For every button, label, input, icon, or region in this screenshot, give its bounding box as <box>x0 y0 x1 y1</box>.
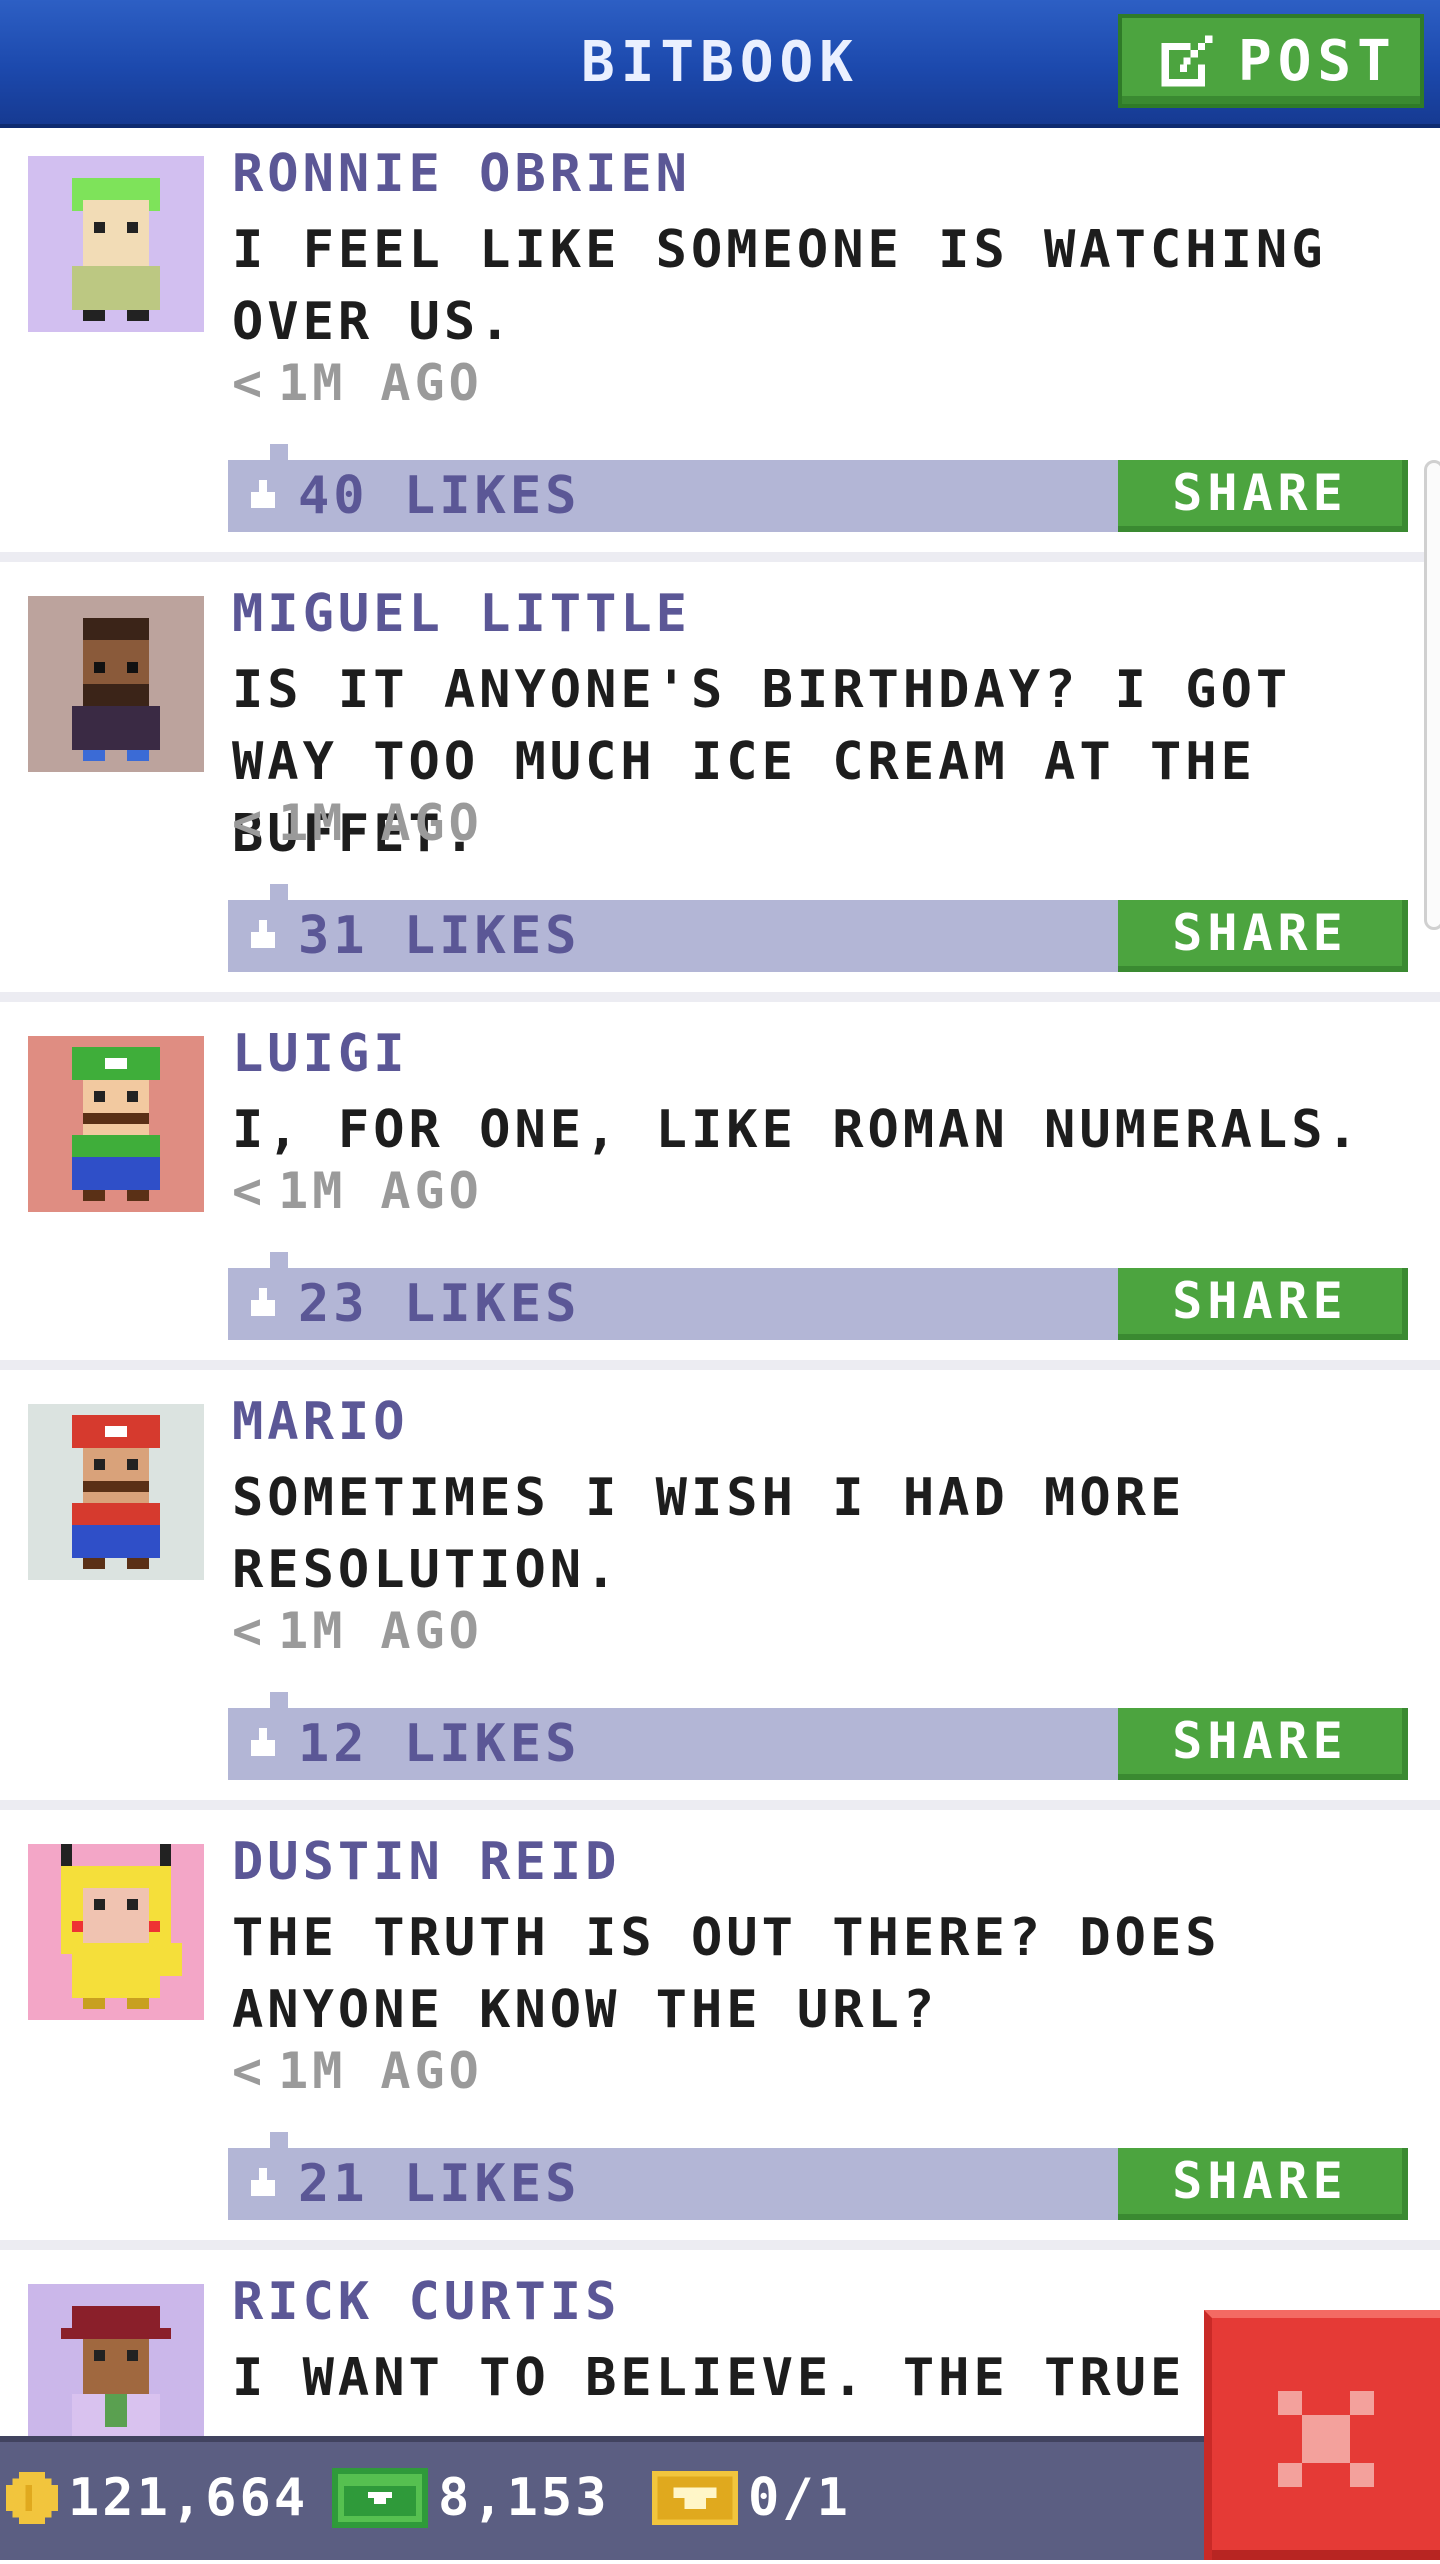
post-message: I, FOR ONE, LIKE ROMAN NUMERALS. <box>232 1100 1362 1160</box>
vip-value: 0/1 <box>748 2468 851 2528</box>
post-time-label: 1M AGO <box>278 1162 483 1220</box>
clock-icon: < <box>232 794 267 852</box>
vip-ticket-icon <box>652 2471 738 2525</box>
share-button[interactable]: SHARE <box>1118 1708 1408 1780</box>
post-time: < 1M AGO <box>232 794 483 852</box>
post-message: THE TRUTH IS OUT THERE? DOES ANYONE KNOW… <box>232 1908 1221 2040</box>
feed-post: MARIO SOMETIMES I WISH I HAD MORE RESOLU… <box>0 1376 1440 1810</box>
likes-count: 21 LIKES <box>298 2154 581 2214</box>
post-time: < 1M AGO <box>232 1162 483 1220</box>
post-author[interactable]: MARIO <box>232 1392 409 1452</box>
thumbs-up-icon[interactable] <box>246 480 280 512</box>
post-message: I WANT TO BELIEVE. THE TRUE ST <box>232 2348 1232 2408</box>
post-time-label: 1M AGO <box>278 1602 483 1660</box>
likes-bar: 21 LIKES SHARE <box>228 2132 1408 2220</box>
likes-bar: 23 LIKES SHARE <box>228 1252 1408 1340</box>
scrollbar[interactable] <box>1424 460 1440 930</box>
vip-counter: 0/1 <box>652 2468 851 2528</box>
feed-post: DUSTIN REID THE TRUTH IS OUT THERE? DOES… <box>0 1816 1440 2250</box>
post-time-label: 1M AGO <box>278 2042 483 2100</box>
header-bar: BITBOOK POST <box>0 0 1440 128</box>
thumbs-up-icon[interactable] <box>246 920 280 952</box>
post-time-label: 1M AGO <box>278 354 483 412</box>
post-message: SOMETIMES I WISH I HAD MORE RESOLUTION. <box>232 1468 1186 1600</box>
share-button[interactable]: SHARE <box>1118 2148 1408 2220</box>
feed-post: RONNIE OBRIEN I FEEL LIKE SOMEONE IS WAT… <box>0 128 1440 562</box>
bux-counter: 8,153 <box>332 2468 610 2528</box>
post-author[interactable]: DUSTIN REID <box>232 1832 620 1892</box>
clock-icon: < <box>232 354 267 412</box>
thumbs-up-icon[interactable] <box>246 2168 280 2200</box>
likes-bar: 31 LIKES SHARE <box>228 884 1408 972</box>
share-button[interactable]: SHARE <box>1118 900 1408 972</box>
post-author[interactable]: LUIGI <box>232 1024 409 1084</box>
avatar[interactable] <box>28 1844 204 2020</box>
thumbs-up-icon[interactable] <box>246 1728 280 1760</box>
post-author[interactable]: MIGUEL LITTLE <box>232 584 691 644</box>
likes-count: 31 LIKES <box>298 906 581 966</box>
post-author[interactable]: RONNIE OBRIEN <box>232 144 691 204</box>
share-button[interactable]: SHARE <box>1118 460 1408 532</box>
feed-post: LUIGI I, FOR ONE, LIKE ROMAN NUMERALS. <… <box>0 1008 1440 1370</box>
likes-bar: 40 LIKES SHARE <box>228 444 1408 532</box>
close-icon <box>1278 2391 1374 2487</box>
post-time-label: 1M AGO <box>278 794 483 852</box>
coins-counter: 121,664 <box>6 2468 308 2528</box>
share-button[interactable]: SHARE <box>1118 1268 1408 1340</box>
post-button-label: POST <box>1238 28 1397 94</box>
clock-icon: < <box>232 1162 267 1220</box>
avatar[interactable] <box>28 1036 204 1212</box>
post-time: < 1M AGO <box>232 354 483 412</box>
bux-value: 8,153 <box>438 2468 610 2528</box>
avatar[interactable] <box>28 596 204 772</box>
avatar[interactable] <box>28 156 204 332</box>
coin-icon <box>6 2472 58 2524</box>
feed-post: MIGUEL LITTLE IS IT ANYONE'S BIRTHDAY? I… <box>0 568 1440 1002</box>
post-message: I FEEL LIKE SOMEONE IS WATCHING OVER US. <box>232 220 1327 352</box>
bux-icon <box>332 2468 428 2528</box>
post-button[interactable]: POST <box>1118 14 1424 108</box>
thumbs-up-icon[interactable] <box>246 1288 280 1320</box>
likes-count: 40 LIKES <box>298 466 581 526</box>
likes-bar: 12 LIKES SHARE <box>228 1692 1408 1780</box>
post-time: < 1M AGO <box>232 2042 483 2100</box>
likes-count: 23 LIKES <box>298 1274 581 1334</box>
clock-icon: < <box>232 2042 267 2100</box>
post-author[interactable]: RICK CURTIS <box>232 2272 620 2332</box>
close-button[interactable] <box>1204 2310 1440 2560</box>
avatar[interactable] <box>28 1404 204 1580</box>
likes-count: 12 LIKES <box>298 1714 581 1774</box>
avatar[interactable] <box>28 2284 204 2460</box>
post-time: < 1M AGO <box>232 1602 483 1660</box>
compose-icon <box>1161 35 1213 87</box>
coins-value: 121,664 <box>68 2468 309 2528</box>
clock-icon: < <box>232 1602 267 1660</box>
